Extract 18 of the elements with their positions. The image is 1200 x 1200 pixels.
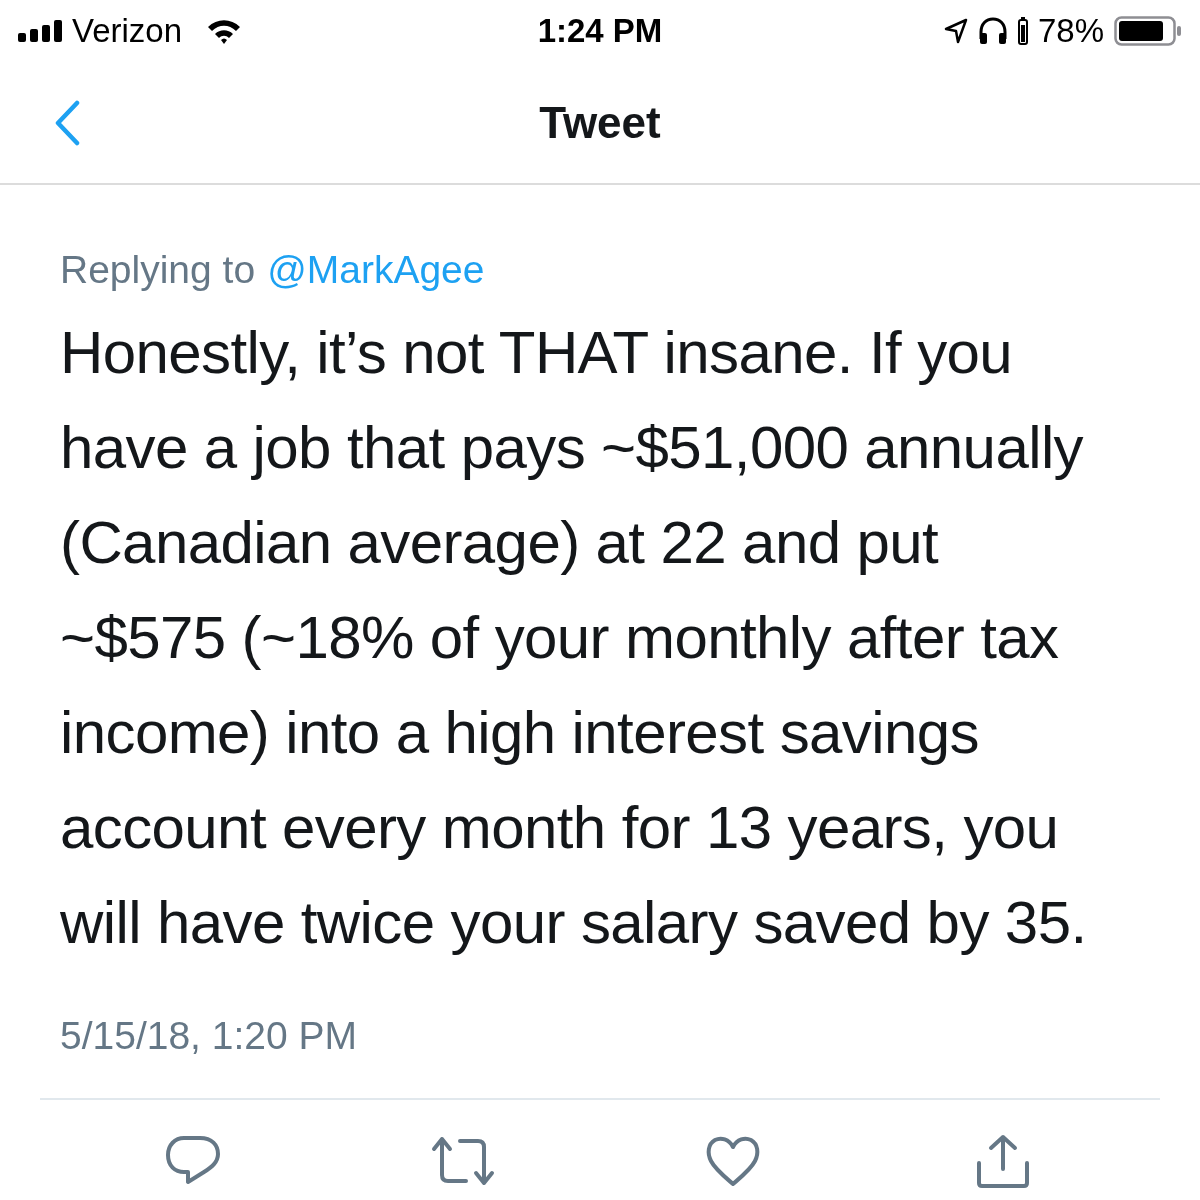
tweet-text: Honestly, it’s not THAT insane. If you have a job that pays ~$51,000 annually (Canadian average) at 22 and put ~$575 (~18% of your monthly after tax income) into a high interest savings account every month for 13 years, you will have twice your salary saved by 35. bbox=[60, 318, 1088, 958]
carrier-name: Verizon bbox=[72, 12, 183, 50]
battery-icon bbox=[1114, 16, 1182, 46]
tweet-timestamp: 5/15/18, 1:20 PM bbox=[60, 1014, 359, 1058]
headphones-icon bbox=[977, 17, 1008, 45]
location-arrow-icon bbox=[943, 18, 968, 44]
back-chevron-icon bbox=[54, 99, 80, 146]
share-icon bbox=[975, 1133, 1031, 1189]
small-battery-icon bbox=[1017, 17, 1028, 45]
wifi-icon bbox=[206, 18, 243, 44]
user-handle-link[interactable]: @MarkAgee bbox=[267, 245, 485, 295]
status-time: 1:24 PM bbox=[537, 12, 663, 50]
page-title: Tweet bbox=[538, 97, 662, 148]
retweet-arrows-icon bbox=[430, 1135, 496, 1187]
battery-percent: 78% bbox=[1037, 12, 1104, 50]
signal-bars-icon bbox=[18, 20, 64, 42]
heart-icon bbox=[705, 1135, 761, 1187]
replying-label: Replying to bbox=[60, 247, 256, 293]
